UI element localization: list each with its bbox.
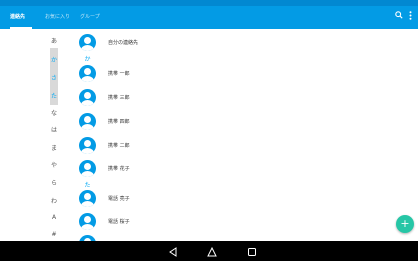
index-letter[interactable]: # [47,231,61,238]
index-letter[interactable]: A [47,214,61,221]
index-letter[interactable]: わ [47,196,61,205]
tab-groups[interactable]: グループ [80,6,100,29]
list-item[interactable]: 携帯 二郎 [79,135,409,157]
list-item[interactable]: 電話 桜子 [79,211,409,233]
contact-name: 携帯 花子 [108,166,130,172]
index-letter[interactable]: や [47,160,61,169]
list-item[interactable]: 携帯 花子 [79,158,409,180]
avatar [79,89,96,106]
recents-icon[interactable] [245,244,259,258]
navigation-bar [0,241,418,261]
my-contact-row[interactable]: 自分の連絡先 [79,32,409,54]
list-item[interactable]: 携帯 三郎 [79,87,409,109]
add-contact-button[interactable]: + [396,215,414,233]
avatar [79,160,96,177]
contact-name: 携帯 三郎 [108,95,130,101]
app-bar: 連絡先 お気に入り グループ [0,6,418,29]
index-letter[interactable]: な [47,108,61,117]
index-letter[interactable]: た [47,91,61,100]
avatar [79,137,96,154]
index-letter[interactable]: か [47,55,61,64]
back-icon[interactable] [166,244,180,258]
index-letter[interactable]: は [47,125,61,134]
avatar [79,113,96,130]
avatar [79,213,96,230]
list-item[interactable]: 電話 亮子 [79,188,409,210]
tab-contacts[interactable]: 連絡先 [10,6,25,29]
tab-indicator [10,27,32,29]
home-icon[interactable] [205,244,219,258]
index-letter[interactable]: ま [47,143,61,152]
avatar [79,34,96,51]
contact-name: 携帯 四郎 [108,119,130,125]
tab-favorites[interactable]: お気に入り [45,6,70,29]
list-item[interactable]: 携帯 一郎 [79,63,409,85]
contact-name: 自分の連絡先 [108,40,139,46]
search-icon[interactable] [394,11,404,23]
contact-name: 携帯 一郎 [108,71,130,77]
index-letter[interactable]: ら [47,178,61,187]
list-item[interactable]: 携帯 四郎 [79,111,409,133]
index-letter[interactable]: あ [47,36,61,45]
contact-name: 電話 桜子 [108,219,130,225]
more-vert-icon[interactable] [406,11,414,23]
avatar [79,190,96,207]
index-letter[interactable]: さ [47,73,61,82]
section-header: か [84,56,91,63]
avatar [79,65,96,82]
contact-name: 電話 亮子 [108,196,130,202]
contact-name: 携帯 二郎 [108,143,130,149]
